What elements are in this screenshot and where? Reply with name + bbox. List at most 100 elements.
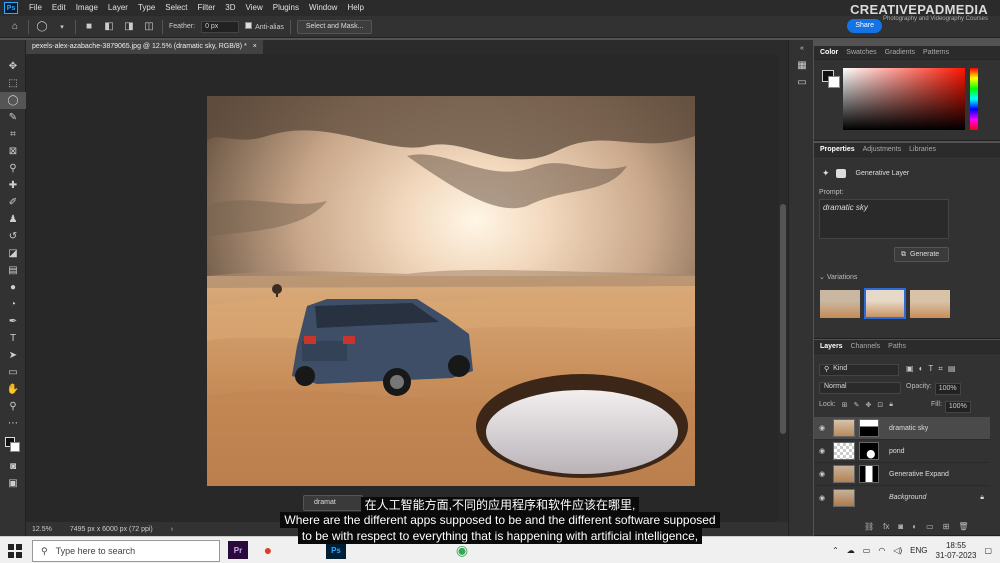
shape-tool-icon[interactable]: ▭ <box>0 364 26 381</box>
layer-mask-thumbnail[interactable] <box>859 465 879 483</box>
record-app-icon[interactable]: ● <box>258 541 278 559</box>
lock-pixels-icon[interactable]: ✎ <box>854 401 860 409</box>
menu-view[interactable]: View <box>241 0 268 16</box>
tab-channels[interactable]: Channels <box>851 343 881 350</box>
move-tool-icon[interactable]: ✥ <box>0 58 26 75</box>
type-filter-icon[interactable]: T <box>928 364 933 374</box>
select-and-mask-button[interactable]: Select and Mask... <box>296 19 373 34</box>
crop-tool-icon[interactable]: ⌗ <box>0 126 26 143</box>
variation-thumbnail-3[interactable] <box>910 290 950 318</box>
shape-filter-icon[interactable]: ⌗ <box>938 364 943 374</box>
blur-tool-icon[interactable]: ● <box>0 279 26 296</box>
lock-all-icon[interactable]: 🔒︎ <box>889 401 893 409</box>
tab-paths[interactable]: Paths <box>888 343 906 350</box>
frame-tool-icon[interactable]: ⊠ <box>0 143 26 160</box>
subtract-selection-icon[interactable]: ◨ <box>122 20 136 34</box>
home-icon[interactable]: ⌂ <box>8 20 22 34</box>
menu-select[interactable]: Select <box>160 0 192 16</box>
hue-slider[interactable] <box>970 68 978 130</box>
variation-thumbnail-2[interactable] <box>864 288 906 319</box>
tab-swatches[interactable]: Swatches <box>846 49 876 56</box>
notification-icon[interactable]: ▢ <box>984 546 992 555</box>
layer-name[interactable]: dramatic sky <box>889 425 928 432</box>
more-tools-icon[interactable]: ⋯ <box>0 415 26 432</box>
new-selection-icon[interactable]: ■ <box>82 20 96 34</box>
clock[interactable]: 18:55 31-07-2023 <box>936 541 977 561</box>
lasso-tool-icon[interactable]: ◯ <box>35 20 49 34</box>
scrollbar-thumb[interactable] <box>780 204 786 434</box>
comments-icon[interactable]: ▭ <box>789 74 815 91</box>
layer-row-generative-expand[interactable]: ◉ Generative Expand <box>814 463 990 486</box>
menu-help[interactable]: Help <box>342 0 368 16</box>
adjustment-filter-icon[interactable]: ◐ <box>919 364 924 374</box>
opacity-input[interactable]: 100% <box>934 383 961 395</box>
anti-alias-checkbox[interactable]: Anti-alias <box>245 22 284 31</box>
healing-brush-tool-icon[interactable]: ✚ <box>0 177 26 194</box>
vertical-scrollbar[interactable] <box>778 54 788 522</box>
layer-row-pond[interactable]: ◉ pond <box>814 440 990 463</box>
menu-3d[interactable]: 3D <box>220 0 240 16</box>
layer-name[interactable]: Generative Expand <box>889 471 949 478</box>
volume-icon[interactable]: ◁) <box>893 546 902 555</box>
menu-layer[interactable]: Layer <box>103 0 133 16</box>
lock-position-icon[interactable]: ✥ <box>865 401 871 409</box>
add-selection-icon[interactable]: ◧ <box>102 20 116 34</box>
blend-mode-select[interactable]: Normal <box>819 382 901 394</box>
brush-tool-icon[interactable]: ✐ <box>0 194 26 211</box>
document-tab[interactable]: pexels-alex-azabache-3879065.jpg @ 12.5%… <box>26 40 263 54</box>
zoom-tool-icon[interactable]: ⚲ <box>0 398 26 415</box>
windows-start-icon[interactable] <box>4 542 26 560</box>
menu-filter[interactable]: Filter <box>193 0 221 16</box>
close-icon[interactable]: × <box>253 40 257 54</box>
eraser-tool-icon[interactable]: ◪ <box>0 245 26 262</box>
tab-gradients[interactable]: Gradients <box>885 49 915 56</box>
chevron-down-icon[interactable]: ⌄ <box>819 274 825 281</box>
menu-edit[interactable]: Edit <box>47 0 71 16</box>
menu-window[interactable]: Window <box>304 0 342 16</box>
color-picker-field[interactable] <box>843 68 965 130</box>
lasso-tool-icon[interactable]: ◯ <box>0 92 26 109</box>
collapse-icon[interactable]: « <box>789 40 815 57</box>
lock-transparency-icon[interactable]: ⊞ <box>842 401 848 409</box>
tab-libraries[interactable]: Libraries <box>909 146 936 153</box>
background-color-swatch[interactable] <box>828 76 840 88</box>
pen-tool-icon[interactable]: ✒ <box>0 313 26 330</box>
feather-input[interactable]: 0 px <box>201 20 240 33</box>
document-canvas-image[interactable] <box>207 96 695 486</box>
eye-icon[interactable]: ◉ <box>819 447 829 455</box>
hand-tool-icon[interactable]: ✋ <box>0 381 26 398</box>
lock-artboard-icon[interactable]: ⊡ <box>877 401 883 409</box>
marquee-tool-icon[interactable]: ⬚ <box>0 75 26 92</box>
history-brush-tool-icon[interactable]: ↺ <box>0 228 26 245</box>
screen-mode-icon[interactable]: ▣ <box>0 475 26 492</box>
layer-row-dramatic-sky[interactable]: ◉ dramatic sky <box>814 417 990 440</box>
wifi-icon[interactable]: ◠ <box>878 546 885 555</box>
cloud-icon[interactable]: ☁ <box>847 546 855 555</box>
pixel-filter-icon[interactable]: ▣ <box>906 364 914 374</box>
chevron-down-icon[interactable]: ▾ <box>55 20 69 34</box>
premiere-app-icon[interactable]: Pr <box>228 541 248 559</box>
menu-type[interactable]: Type <box>133 0 160 16</box>
path-select-tool-icon[interactable]: ➤ <box>0 347 26 364</box>
eyedropper-tool-icon[interactable]: ⚲ <box>0 160 26 177</box>
language-indicator[interactable]: ENG <box>910 546 927 555</box>
tab-properties[interactable]: Properties <box>820 146 855 153</box>
quick-select-tool-icon[interactable]: ✎ <box>0 109 26 126</box>
battery-icon[interactable]: ▭ <box>863 546 871 555</box>
history-icon[interactable]: ▦ <box>789 57 815 74</box>
fill-input[interactable]: 100% <box>944 401 971 413</box>
quick-mask-icon[interactable]: ◙ <box>0 458 26 475</box>
smart-object-filter-icon[interactable]: ▤ <box>948 364 956 374</box>
eye-icon[interactable]: ◉ <box>819 470 829 478</box>
variation-thumbnail-1[interactable] <box>820 290 860 318</box>
menu-image[interactable]: Image <box>71 0 103 16</box>
type-tool-icon[interactable]: T <box>0 330 26 347</box>
eye-icon[interactable]: ◉ <box>819 424 829 432</box>
gradient-tool-icon[interactable]: ▤ <box>0 262 26 279</box>
tab-layers[interactable]: Layers <box>820 343 843 350</box>
tab-color[interactable]: Color <box>820 49 838 56</box>
prompt-input[interactable]: dramatic sky <box>819 199 949 239</box>
layer-mask-thumbnail[interactable] <box>859 419 879 437</box>
layer-mask-thumbnail[interactable] <box>859 442 879 460</box>
generate-button[interactable]: ⧉ Generate <box>894 247 949 262</box>
